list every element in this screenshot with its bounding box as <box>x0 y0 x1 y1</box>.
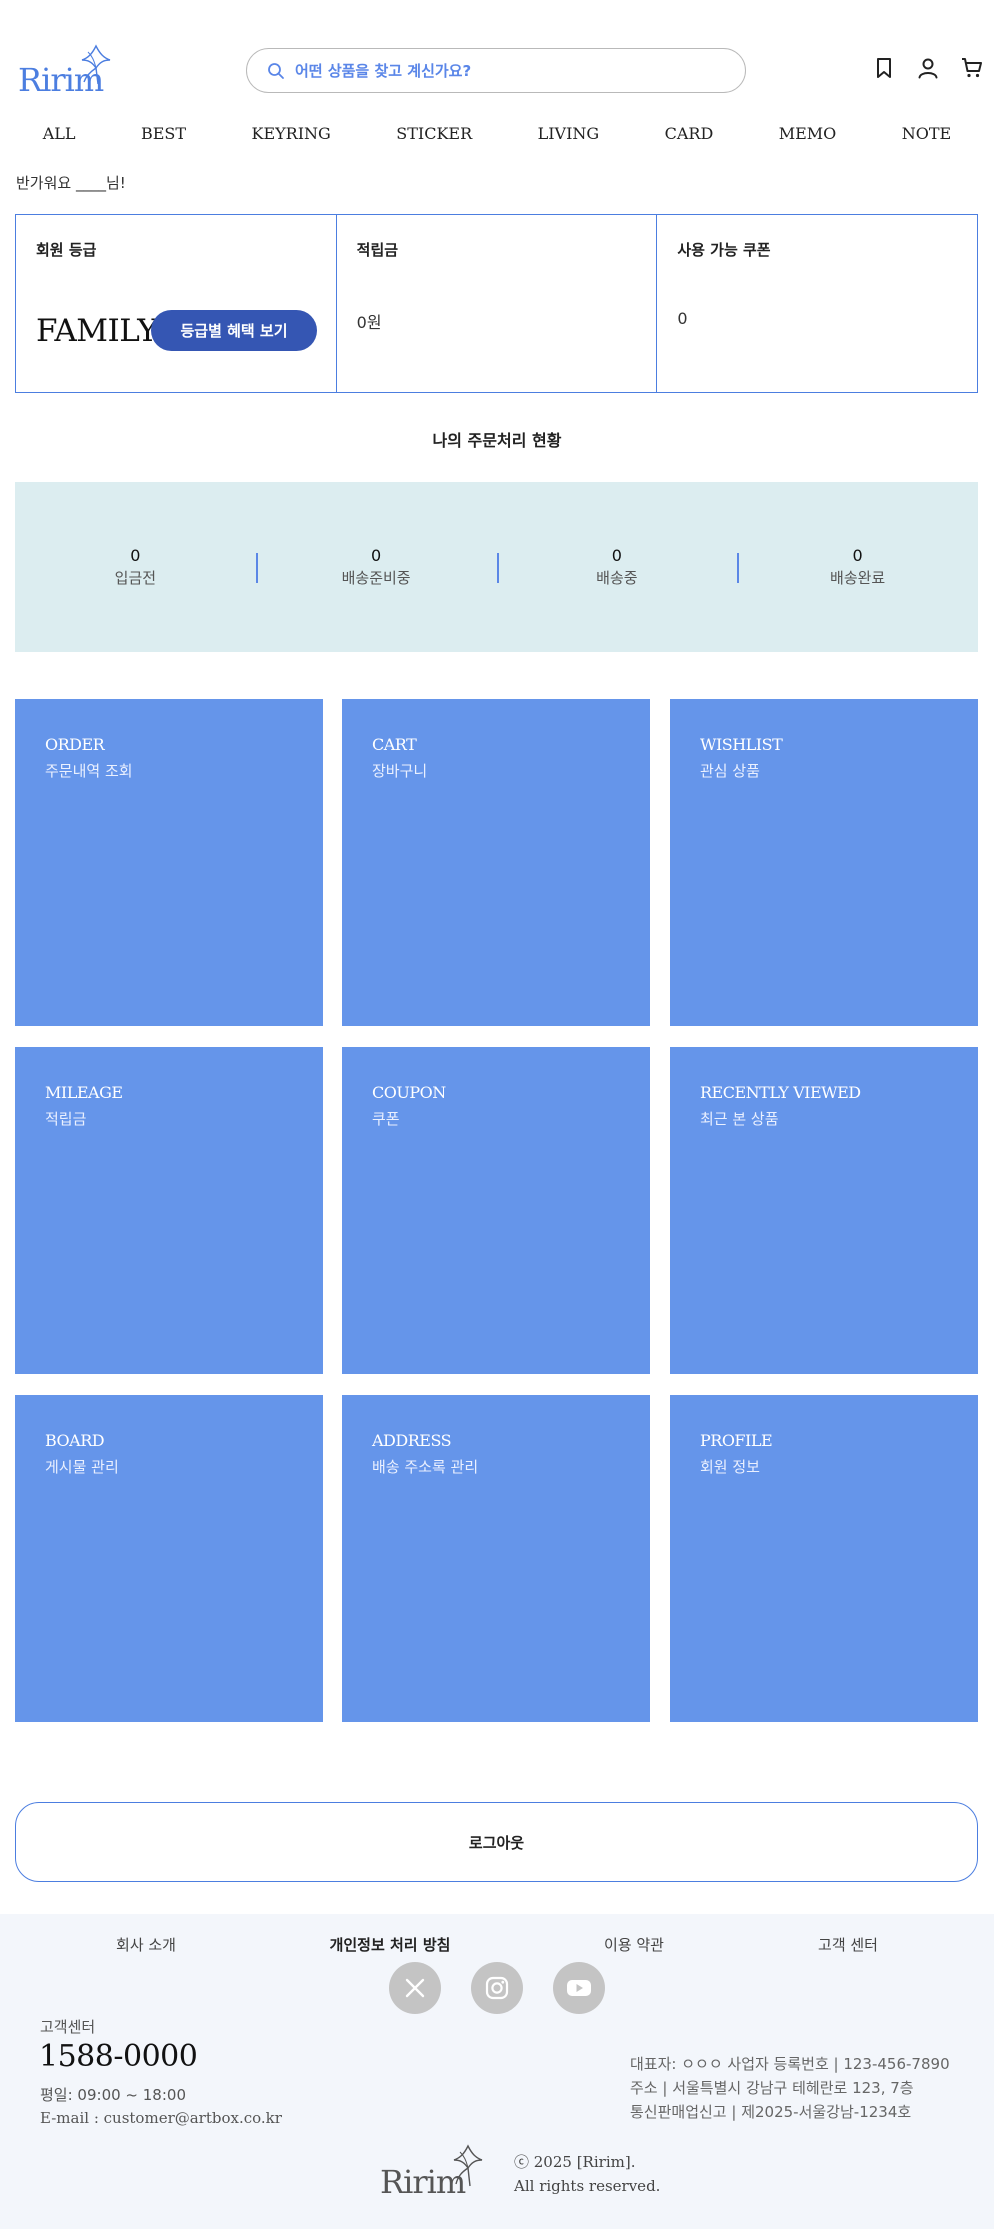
nav-item-best[interactable]: BEST <box>141 124 186 154</box>
coupon-value: 0 <box>677 309 688 328</box>
tile-subtitle: 배송 주소록 관리 <box>372 1458 479 1476</box>
cs-email[interactable]: E-mail : customer@artbox.co.kr <box>40 2109 282 2127</box>
site-header: Ririm <box>0 0 994 120</box>
coupon-title: 사용 가능 쿠폰 <box>677 241 771 259</box>
footer-logo[interactable]: Ririm <box>380 2142 490 2198</box>
x-icon[interactable] <box>389 1962 441 2014</box>
logout-button[interactable]: 로그아웃 <box>15 1802 978 1882</box>
category-nav: ALL BEST KEYRING STICKER LIVING CARD MEM… <box>0 124 994 154</box>
company-representative: 대표자: ㅇㅇㅇ 사업자 등록번호 | 123-456-7890 <box>630 2055 950 2073</box>
search-input[interactable] <box>295 61 735 80</box>
tile-subtitle: 쿠폰 <box>372 1110 400 1128</box>
lily-icon <box>453 2144 483 2187</box>
nav-item-living[interactable]: LIVING <box>538 124 600 154</box>
mileage-value: 0원 <box>356 313 382 332</box>
footer-link-support[interactable]: 고객 센터 <box>818 1934 878 1955</box>
status-count: 0 <box>852 546 863 565</box>
tile-title: MILEAGE <box>45 1083 123 1102</box>
mileage-box: 적립금 0원 <box>337 215 658 392</box>
status-label: 배송완료 <box>830 569 886 587</box>
order-status-title: 나의 주문처리 현황 <box>432 431 562 450</box>
grade-title: 회원 등급 <box>36 241 97 259</box>
instagram-icon[interactable] <box>471 1962 523 2014</box>
company-registration: 통신판매업신고 | 제2025-서울강남-1234호 <box>630 2103 912 2121</box>
tile-mileage[interactable]: MILEAGE 적립금 <box>15 1047 323 1374</box>
tile-title: WISHLIST <box>700 735 783 754</box>
nav-item-keyring[interactable]: KEYRING <box>251 124 330 154</box>
nav-item-sticker[interactable]: STICKER <box>396 124 472 154</box>
tile-title: PROFILE <box>700 1431 773 1450</box>
copyright-line: ⓒ 2025 [Ririm]. <box>514 2153 636 2171</box>
tile-order[interactable]: ORDER 주문내역 조회 <box>15 699 323 1026</box>
grade-box: 회원 등급 FAMILY 등급별 혜택 보기 <box>16 215 337 392</box>
company-info: 대표자: ㅇㅇㅇ 사업자 등록번호 | 123-456-7890 주소 | 서울… <box>630 2052 950 2124</box>
copyright: ⓒ 2025 [Ririm]. All rights reserved. <box>514 2150 660 2198</box>
tile-address[interactable]: ADDRESS 배송 주소록 관리 <box>342 1395 650 1722</box>
status-item-pending-payment[interactable]: 0 입금전 <box>15 537 256 597</box>
tile-subtitle: 회원 정보 <box>700 1458 760 1476</box>
tile-title: BOARD <box>45 1431 105 1450</box>
nav-item-all[interactable]: ALL <box>43 124 76 154</box>
status-item-delivered[interactable]: 0 배송완료 <box>737 537 978 597</box>
tile-subtitle: 주문내역 조회 <box>45 762 133 780</box>
status-label: 배송준비중 <box>341 569 411 587</box>
member-summary: 회원 등급 FAMILY 등급별 혜택 보기 적립금 0원 사용 가능 쿠폰 0 <box>15 214 978 393</box>
footer-links: 회사 소개 개인정보 처리 방침 이용 약관 고객 센터 <box>0 1934 994 1956</box>
company-address: 주소 | 서울특별시 강남구 테헤란로 123, 7층 <box>630 2079 914 2097</box>
social-links <box>0 1962 994 2014</box>
cart-icon[interactable] <box>960 56 984 80</box>
order-status-panel: 0 입금전 0 배송준비중 0 배송중 0 배송완료 <box>15 482 978 652</box>
status-item-preparing[interactable]: 0 배송준비중 <box>255 537 497 597</box>
lily-icon <box>81 44 111 85</box>
status-count: 0 <box>611 546 622 565</box>
grade-value: FAMILY <box>36 313 158 349</box>
tile-subtitle: 게시물 관리 <box>45 1458 119 1476</box>
tile-subtitle: 관심 상품 <box>700 762 760 780</box>
copyright-line: All rights reserved. <box>514 2177 661 2195</box>
tile-profile[interactable]: PROFILE 회원 정보 <box>670 1395 978 1722</box>
site-logo[interactable]: Ririm <box>18 44 118 96</box>
grade-benefits-button[interactable]: 등급별 혜택 보기 <box>151 310 317 351</box>
search-bar[interactable] <box>246 48 746 93</box>
tile-coupon[interactable]: COUPON 쿠폰 <box>342 1047 650 1374</box>
tile-title: CART <box>372 735 417 754</box>
cs-label: 고객센터 <box>40 2018 96 2036</box>
tile-cart[interactable]: CART 장바구니 <box>342 699 650 1026</box>
tile-subtitle: 최근 본 상품 <box>700 1110 779 1128</box>
user-icon[interactable] <box>916 56 940 80</box>
welcome-message: 반가워요 ____님! <box>16 174 126 192</box>
cs-phone: 1588-0000 <box>39 2039 198 2074</box>
tile-subtitle: 장바구니 <box>372 762 428 780</box>
footer-link-about[interactable]: 회사 소개 <box>116 1934 176 1955</box>
tile-title: RECENTLY VIEWED <box>700 1083 861 1102</box>
tile-subtitle: 적립금 <box>45 1110 87 1128</box>
site-footer: 회사 소개 개인정보 처리 방침 이용 약관 고객 센터 고객센터 1588-0… <box>0 1914 994 2229</box>
cs-hours: 평일: 09:00 ~ 18:00 <box>40 2086 186 2104</box>
search-icon <box>268 62 284 79</box>
nav-item-note[interactable]: NOTE <box>902 124 951 154</box>
status-item-shipping[interactable]: 0 배송중 <box>496 537 738 597</box>
tile-title: ADDRESS <box>372 1431 452 1450</box>
tile-title: COUPON <box>372 1083 446 1102</box>
footer-link-terms[interactable]: 이용 약관 <box>604 1934 664 1955</box>
youtube-icon[interactable] <box>553 1962 605 2014</box>
footer-link-privacy[interactable]: 개인정보 처리 방침 <box>330 1934 451 1955</box>
coupon-box: 사용 가능 쿠폰 0 <box>657 215 977 392</box>
nav-item-memo[interactable]: MEMO <box>779 124 837 154</box>
status-count: 0 <box>371 546 382 565</box>
nav-item-card[interactable]: CARD <box>665 124 714 154</box>
tile-recently-viewed[interactable]: RECENTLY VIEWED 최근 본 상품 <box>670 1047 978 1374</box>
tile-title: ORDER <box>45 735 105 754</box>
tile-wishlist[interactable]: WISHLIST 관심 상품 <box>670 699 978 1026</box>
status-count: 0 <box>130 546 141 565</box>
status-label: 입금전 <box>114 569 157 587</box>
status-label: 배송중 <box>596 569 638 587</box>
tile-board[interactable]: BOARD 게시물 관리 <box>15 1395 323 1722</box>
bookmark-icon[interactable] <box>872 56 896 80</box>
mileage-title: 적립금 <box>356 241 399 259</box>
